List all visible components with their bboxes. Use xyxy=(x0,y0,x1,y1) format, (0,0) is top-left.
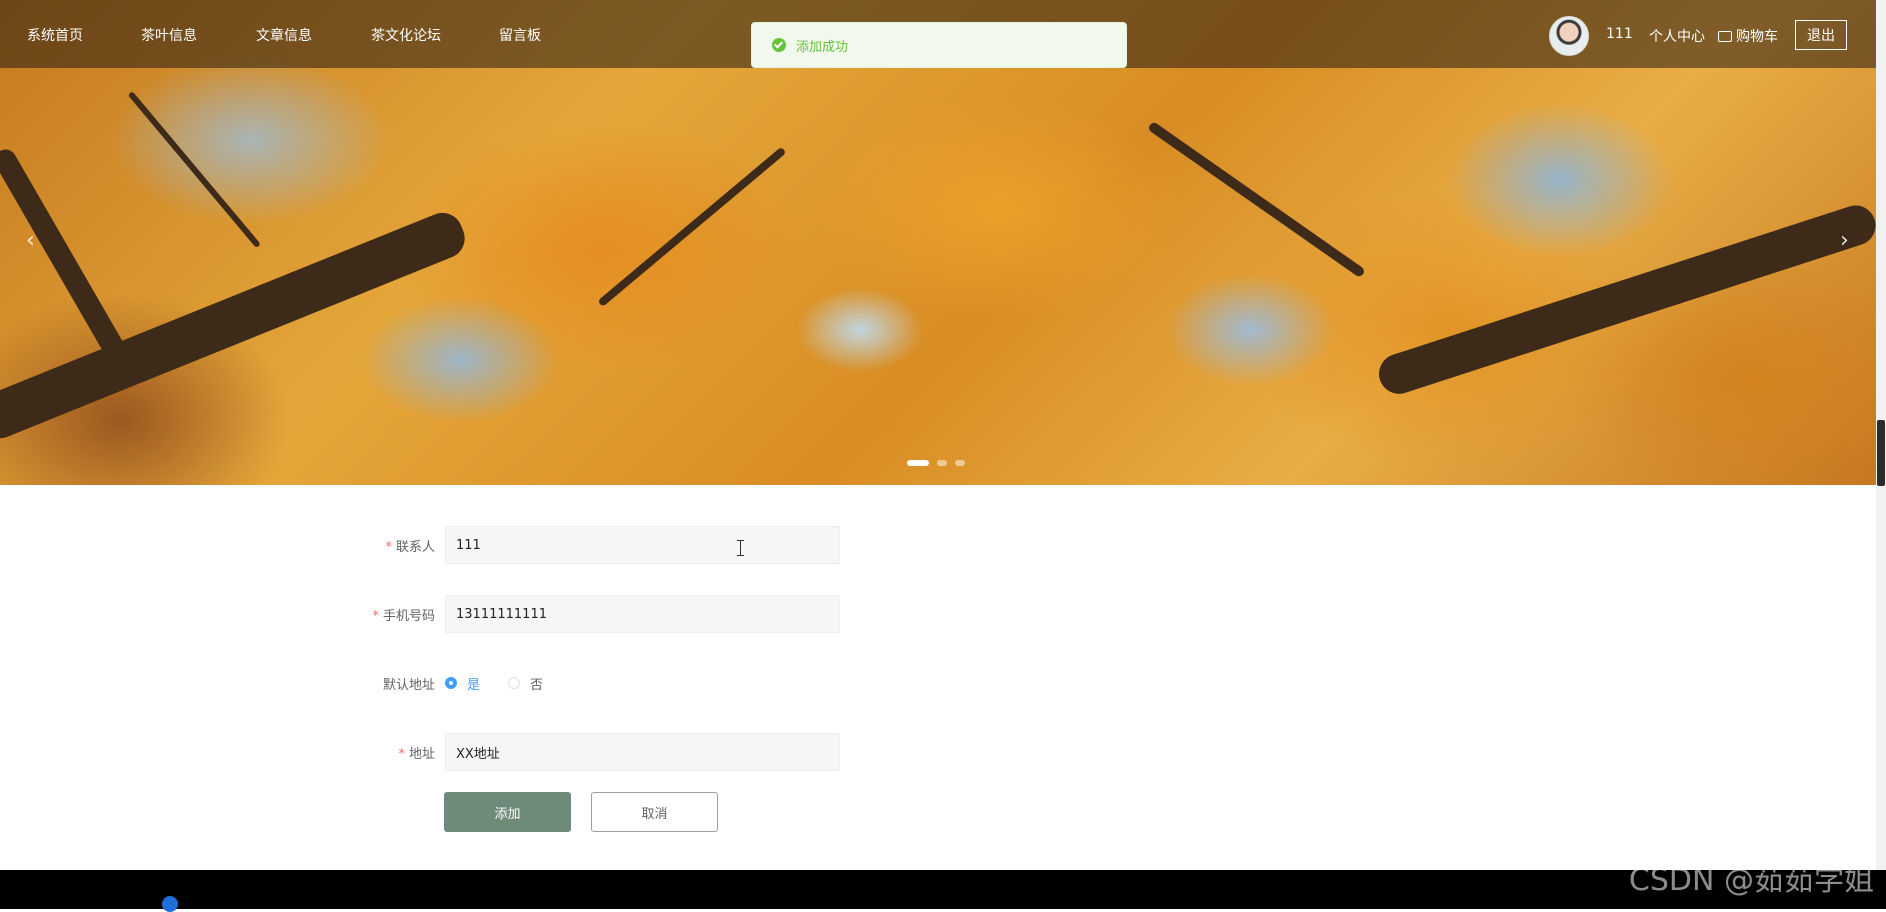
radio-checked-icon xyxy=(445,677,457,689)
watermark: CSDN @茹茹学姐 xyxy=(1628,863,1874,898)
phone-input[interactable] xyxy=(445,595,840,633)
personal-center-link[interactable]: 个人中心 xyxy=(1649,26,1705,46)
nav-item-message-board[interactable]: 留言板 xyxy=(499,25,541,45)
address-row: * 地址 xyxy=(300,732,840,772)
footer-bar xyxy=(0,870,1886,909)
phone-row: * 手机号码 xyxy=(300,594,840,634)
carousel-next-button[interactable]: › xyxy=(1840,228,1849,253)
logout-button[interactable]: 退出 xyxy=(1795,20,1847,50)
nav-item-forum[interactable]: 茶文化论坛 xyxy=(371,25,441,45)
carousel-dot[interactable] xyxy=(955,460,965,466)
required-mark: * xyxy=(385,539,392,555)
taskbar-icon xyxy=(162,896,178,912)
default-address-radio-group: 是 否 xyxy=(445,674,571,693)
scrollbar-thumb[interactable] xyxy=(1877,420,1885,486)
cart-icon xyxy=(1718,30,1732,42)
nav-item-home[interactable]: 系统首页 xyxy=(27,25,83,45)
tree-branch xyxy=(597,146,787,308)
carousel-dot[interactable] xyxy=(907,460,929,466)
add-button[interactable]: 添加 xyxy=(444,792,571,832)
tree-branch xyxy=(0,206,471,445)
tree-branch xyxy=(127,91,261,249)
radio-yes[interactable]: 是 xyxy=(445,674,480,693)
required-mark: * xyxy=(372,608,379,624)
contact-row: * 联系人 xyxy=(300,525,840,565)
tree-branch xyxy=(1147,120,1366,279)
phone-label: * 手机号码 xyxy=(372,608,435,624)
address-input[interactable] xyxy=(445,733,840,771)
tree-branch xyxy=(0,145,140,382)
tree-branch xyxy=(1373,200,1876,400)
success-toast: 添加成功 xyxy=(751,22,1127,68)
required-mark: * xyxy=(398,746,405,762)
text-cursor-icon xyxy=(737,540,744,556)
carousel-indicators xyxy=(907,460,965,466)
carousel-dot[interactable] xyxy=(937,460,947,466)
carousel-prev-button[interactable]: ‹ xyxy=(26,228,35,253)
contact-label: * 联系人 xyxy=(385,539,435,555)
address-label: * 地址 xyxy=(398,746,435,762)
cart-label: 购物车 xyxy=(1736,29,1778,45)
nav-item-articles[interactable]: 文章信息 xyxy=(256,25,312,45)
toast-message: 添加成功 xyxy=(796,39,849,55)
default-address-label: 默认地址 xyxy=(382,677,435,693)
default-address-row: 默认地址 是 否 xyxy=(300,663,571,703)
check-circle-icon xyxy=(772,38,786,52)
hero-banner: ‹ › xyxy=(0,0,1876,485)
nav-item-tea-info[interactable]: 茶叶信息 xyxy=(141,25,197,45)
cart-link[interactable]: 购物车 xyxy=(1718,26,1778,46)
radio-unchecked-icon xyxy=(508,677,521,689)
radio-no[interactable]: 否 xyxy=(508,674,543,693)
user-name: 111 xyxy=(1606,26,1633,42)
user-avatar[interactable] xyxy=(1549,16,1589,56)
contact-input[interactable] xyxy=(445,526,840,564)
cancel-button[interactable]: 取消 xyxy=(591,792,718,832)
